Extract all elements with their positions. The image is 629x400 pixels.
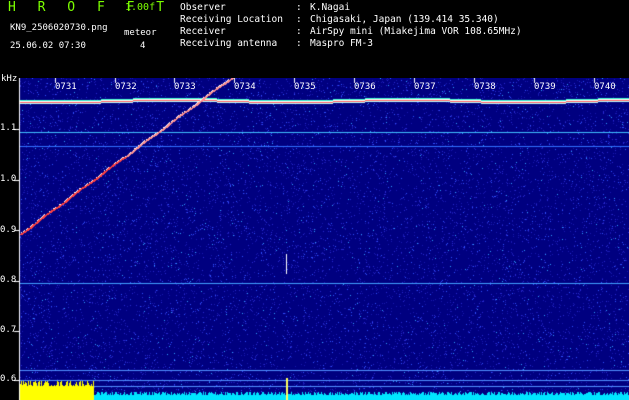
info-row-location: Receiving Location: Chigasaki, Japan (139… <box>180 14 499 25</box>
time-tick-label: 0736 <box>354 82 376 92</box>
y-tick-label: 0.8 <box>0 275 17 285</box>
y-tick-label: 1.1 <box>0 123 17 133</box>
y-axis-unit: kHz <box>1 74 18 84</box>
date-time: 25.06.02 07:30 <box>10 41 86 51</box>
y-tick-label: 0.9 <box>0 225 17 235</box>
file-name: KN9_2506020730.png <box>10 23 108 33</box>
observer-info: Observer: K.Nagai Receiving Location: Chig… <box>180 2 522 50</box>
info-row-antenna: Receiving antenna: Maspro FM-3 <box>180 38 373 49</box>
meteor-count: 4 <box>140 41 146 51</box>
time-tick-label: 0734 <box>234 82 256 92</box>
time-tick-label: 0731 <box>55 82 77 92</box>
info-row-observer: Observer: K.Nagai <box>180 2 351 13</box>
app-version: 1.00f <box>125 2 156 13</box>
time-tick-label: 0733 <box>174 82 196 92</box>
y-tick-label: 1.0 <box>0 174 17 184</box>
time-tick-label: 0739 <box>534 82 556 92</box>
time-tick-label: 0735 <box>294 82 316 92</box>
spectrogram-canvas <box>0 78 629 400</box>
time-tick-label: 0740 <box>594 82 616 92</box>
y-tick-label: 0.7 <box>0 325 17 335</box>
time-tick-label: 0737 <box>414 82 436 92</box>
y-tick-label: 0.6 <box>0 374 17 384</box>
time-tick-label: 0732 <box>115 82 137 92</box>
info-row-receiver: Receiver: AirSpy mini (Miakejima VOR 108.… <box>180 26 522 37</box>
meteor-label: meteor <box>124 28 157 38</box>
header-panel: H R O F F T 1.00f KN9_2506020730.png met… <box>0 0 629 78</box>
time-tick-label: 0738 <box>474 82 496 92</box>
